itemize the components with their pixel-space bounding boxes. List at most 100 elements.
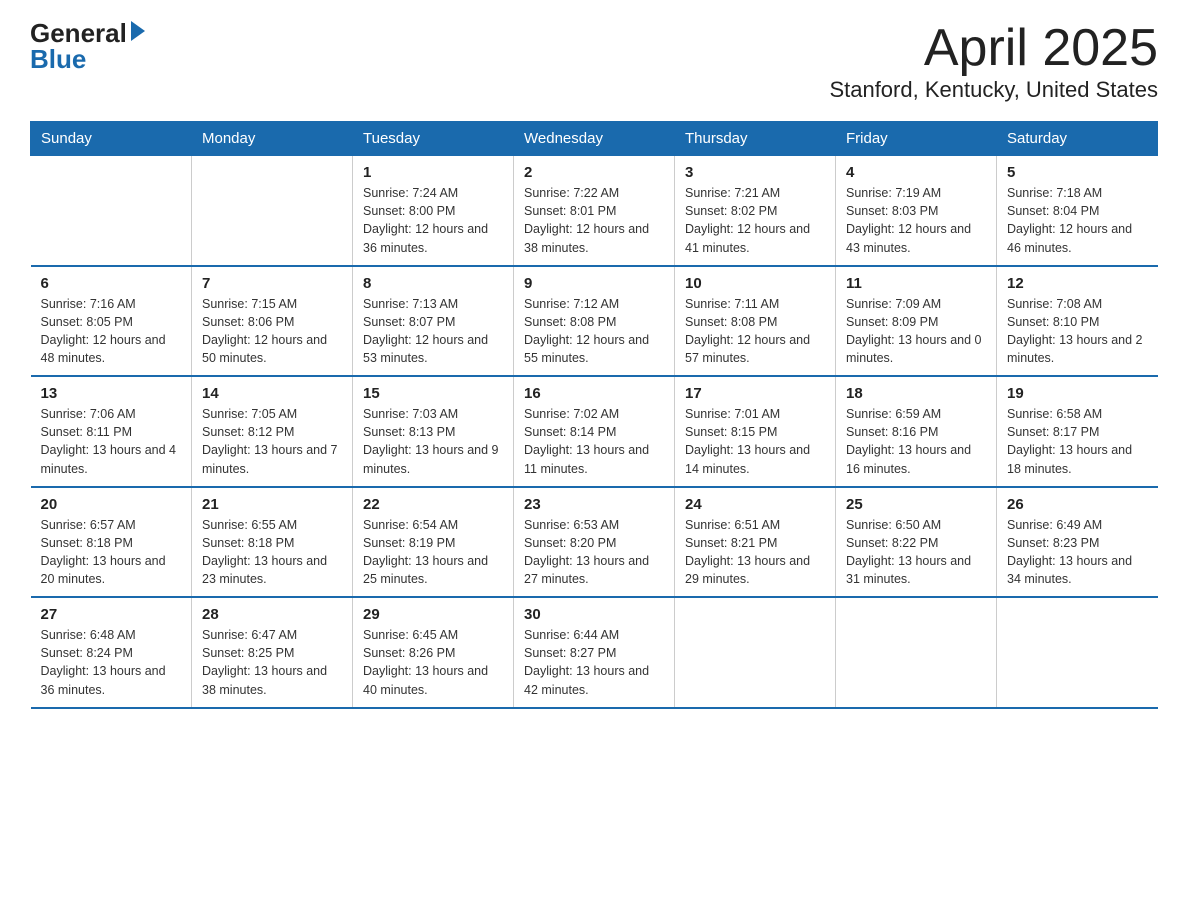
calendar-cell: 7Sunrise: 7:15 AM Sunset: 8:06 PM Daylig… [192,266,353,377]
calendar-cell: 16 Sunrise: 7:02 AM Sunset: 8:14 PM Dayli… [514,376,675,487]
calendar-cell: 24 Sunrise: 6:51 AM Sunset: 8:21 PM Dayli… [675,487,836,598]
calendar-cell: 11Sunrise: 7:09 AM Sunset: 8:09 PM Dayli… [836,266,997,377]
calendar-cell: 26 Sunrise: 6:49 AM Sunset: 8:23 PM Dayli… [997,487,1158,598]
calendar-cell: 27 Sunrise: 6:48 AM Sunset: 8:24 PM Dayli… [31,597,192,708]
calendar-cell: 22 Sunrise: 6:54 AM Sunset: 8:19 PM Dayli… [353,487,514,598]
calendar-cell: 8Sunrise: 7:13 AM Sunset: 8:07 PM Daylig… [353,266,514,377]
calendar-cell: 28Sunrise: 6:47 AM Sunset: 8:25 PM Dayli… [192,597,353,708]
day-info: Sunrise: 7:19 AM Sunset: 8:03 PM Dayligh… [846,184,986,257]
calendar-table: SundayMondayTuesdayWednesdayThursdayFrid… [30,121,1158,709]
calendar-cell: 3 Sunrise: 7:21 AM Sunset: 8:02 PM Daylig… [675,156,836,266]
day-number: 1 [363,164,503,181]
day-number: 24 [685,496,825,513]
header-tuesday: Tuesday [353,122,514,156]
day-number: 21 [202,496,342,513]
day-info: Sunrise: 7:03 AM Sunset: 8:13 PM Dayligh… [363,405,503,478]
logo-blue-text: Blue [30,44,86,74]
day-info: Sunrise: 6:53 AM Sunset: 8:20 PM Dayligh… [524,516,664,589]
day-info: Sunrise: 6:44 AM Sunset: 8:27 PM Dayligh… [524,626,664,699]
day-info: Sunrise: 7:21 AM Sunset: 8:02 PM Dayligh… [685,184,825,257]
day-number: 28 [202,606,342,623]
calendar-cell [997,597,1158,708]
header-saturday: Saturday [997,122,1158,156]
day-number: 8 [363,275,503,292]
title-block: April 2025 Stanford, Kentucky, United St… [829,20,1158,103]
calendar-cell: 19Sunrise: 6:58 AM Sunset: 8:17 PM Dayli… [997,376,1158,487]
page-header: General Blue April 2025 Stanford, Kentuc… [30,20,1158,103]
header-thursday: Thursday [675,122,836,156]
day-number: 20 [41,496,182,513]
day-number: 14 [202,385,342,402]
calendar-cell: 4 Sunrise: 7:19 AM Sunset: 8:03 PM Daylig… [836,156,997,266]
day-info: Sunrise: 7:12 AM Sunset: 8:08 PM Dayligh… [524,295,664,368]
day-number: 18 [846,385,986,402]
day-info: Sunrise: 7:16 AM Sunset: 8:05 PM Dayligh… [41,295,182,368]
day-number: 15 [363,385,503,402]
calendar-cell [675,597,836,708]
calendar-cell: 25Sunrise: 6:50 AM Sunset: 8:22 PM Dayli… [836,487,997,598]
day-number: 26 [1007,496,1148,513]
day-number: 13 [41,385,182,402]
day-number: 29 [363,606,503,623]
calendar-week-row: 27 Sunrise: 6:48 AM Sunset: 8:24 PM Dayli… [31,597,1158,708]
header-monday: Monday [192,122,353,156]
calendar-week-row: 1 Sunrise: 7:24 AM Sunset: 8:00 PM Daylig… [31,156,1158,266]
page-subtitle: Stanford, Kentucky, United States [829,77,1158,103]
day-info: Sunrise: 6:48 AM Sunset: 8:24 PM Dayligh… [41,626,182,699]
day-info: Sunrise: 6:59 AM Sunset: 8:16 PM Dayligh… [846,405,986,478]
calendar-cell [192,156,353,266]
calendar-cell: 1 Sunrise: 7:24 AM Sunset: 8:00 PM Daylig… [353,156,514,266]
calendar-cell: 17Sunrise: 7:01 AM Sunset: 8:15 PM Dayli… [675,376,836,487]
day-info: Sunrise: 7:22 AM Sunset: 8:01 PM Dayligh… [524,184,664,257]
day-number: 6 [41,275,182,292]
day-number: 12 [1007,275,1148,292]
day-info: Sunrise: 6:45 AM Sunset: 8:26 PM Dayligh… [363,626,503,699]
day-info: Sunrise: 7:09 AM Sunset: 8:09 PM Dayligh… [846,295,986,368]
day-info: Sunrise: 6:51 AM Sunset: 8:21 PM Dayligh… [685,516,825,589]
day-number: 17 [685,385,825,402]
day-info: Sunrise: 6:49 AM Sunset: 8:23 PM Dayligh… [1007,516,1148,589]
day-number: 30 [524,606,664,623]
day-number: 4 [846,164,986,181]
day-info: Sunrise: 7:24 AM Sunset: 8:00 PM Dayligh… [363,184,503,257]
day-info: Sunrise: 7:06 AM Sunset: 8:11 PM Dayligh… [41,405,182,478]
calendar-cell: 14 Sunrise: 7:05 AM Sunset: 8:12 PM Dayli… [192,376,353,487]
calendar-cell: 13 Sunrise: 7:06 AM Sunset: 8:11 PM Dayli… [31,376,192,487]
day-number: 9 [524,275,664,292]
day-info: Sunrise: 7:08 AM Sunset: 8:10 PM Dayligh… [1007,295,1148,368]
day-number: 2 [524,164,664,181]
day-info: Sunrise: 7:18 AM Sunset: 8:04 PM Dayligh… [1007,184,1148,257]
calendar-cell [836,597,997,708]
day-info: Sunrise: 6:58 AM Sunset: 8:17 PM Dayligh… [1007,405,1148,478]
calendar-cell: 12 Sunrise: 7:08 AM Sunset: 8:10 PM Dayli… [997,266,1158,377]
calendar-cell: 15 Sunrise: 7:03 AM Sunset: 8:13 PM Dayli… [353,376,514,487]
day-number: 22 [363,496,503,513]
day-number: 3 [685,164,825,181]
calendar-week-row: 20Sunrise: 6:57 AM Sunset: 8:18 PM Dayli… [31,487,1158,598]
day-number: 16 [524,385,664,402]
day-info: Sunrise: 7:05 AM Sunset: 8:12 PM Dayligh… [202,405,342,478]
calendar-cell: 9 Sunrise: 7:12 AM Sunset: 8:08 PM Daylig… [514,266,675,377]
calendar-week-row: 13 Sunrise: 7:06 AM Sunset: 8:11 PM Dayli… [31,376,1158,487]
header-friday: Friday [836,122,997,156]
day-number: 5 [1007,164,1148,181]
calendar-cell: 29 Sunrise: 6:45 AM Sunset: 8:26 PM Dayli… [353,597,514,708]
calendar-cell: 23 Sunrise: 6:53 AM Sunset: 8:20 PM Dayli… [514,487,675,598]
day-number: 27 [41,606,182,623]
logo-arrow-icon [131,21,145,41]
calendar-cell: 10 Sunrise: 7:11 AM Sunset: 8:08 PM Dayli… [675,266,836,377]
calendar-cell [31,156,192,266]
day-info: Sunrise: 7:11 AM Sunset: 8:08 PM Dayligh… [685,295,825,368]
page-title: April 2025 [829,20,1158,77]
calendar-cell: 21Sunrise: 6:55 AM Sunset: 8:18 PM Dayli… [192,487,353,598]
calendar-week-row: 6 Sunrise: 7:16 AM Sunset: 8:05 PM Daylig… [31,266,1158,377]
day-number: 23 [524,496,664,513]
calendar-cell: 6 Sunrise: 7:16 AM Sunset: 8:05 PM Daylig… [31,266,192,377]
day-info: Sunrise: 6:54 AM Sunset: 8:19 PM Dayligh… [363,516,503,589]
header-wednesday: Wednesday [514,122,675,156]
day-info: Sunrise: 7:02 AM Sunset: 8:14 PM Dayligh… [524,405,664,478]
logo: General Blue [30,20,145,73]
day-number: 10 [685,275,825,292]
day-info: Sunrise: 6:50 AM Sunset: 8:22 PM Dayligh… [846,516,986,589]
calendar-cell: 2 Sunrise: 7:22 AM Sunset: 8:01 PM Daylig… [514,156,675,266]
